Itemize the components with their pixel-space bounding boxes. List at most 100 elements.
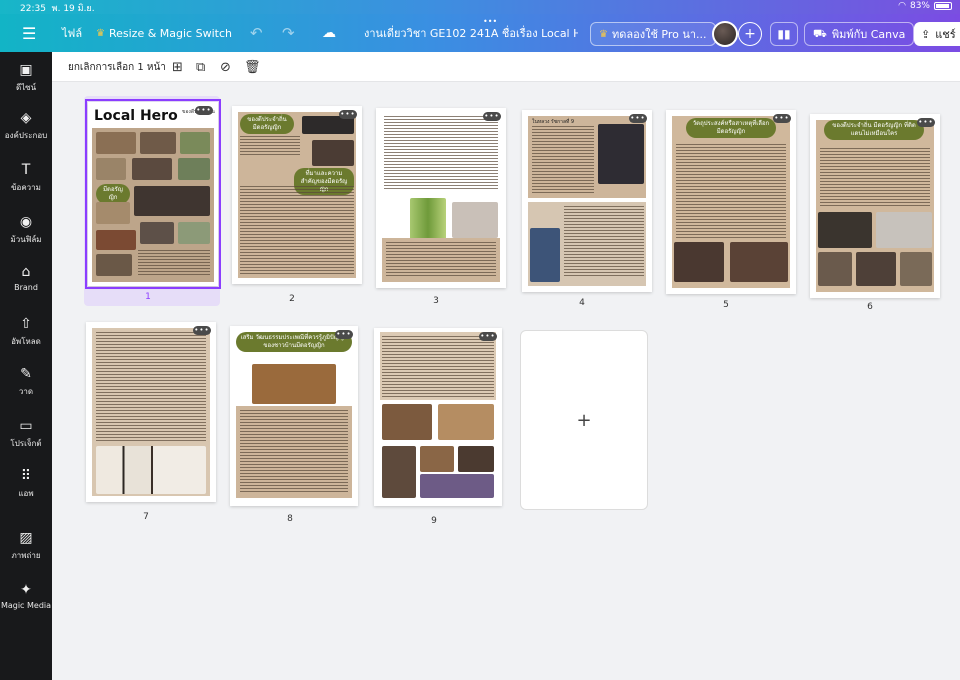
- page-number-2: 2: [289, 294, 295, 304]
- photo-placeholder: [674, 242, 724, 282]
- file-menu-button[interactable]: ไฟล์: [62, 14, 82, 52]
- hamburger-menu-icon[interactable]: ☰: [22, 14, 36, 52]
- sidebar-item-text[interactable]: T ข้อความ: [0, 162, 52, 194]
- photo-placeholder: [96, 158, 126, 180]
- page-number-4: 4: [579, 298, 585, 308]
- page-more-options-icon[interactable]: •••: [629, 114, 647, 123]
- document-title[interactable]: งานเดี่ยววิชา GE102 241A ชื่อเรื่อง Loca…: [364, 14, 578, 52]
- page-thumbnail-8[interactable]: เสริม วัฒนธรรมประเพณีที่ควรรู้ภูมิปัญญาข…: [230, 326, 358, 506]
- deselect-pages-label[interactable]: ยกเลิกการเลือก 1 หน้า: [68, 52, 166, 82]
- camera-icon: ◉: [19, 214, 33, 230]
- photo-placeholder: [140, 132, 176, 154]
- user-avatar[interactable]: [712, 21, 738, 47]
- page-heading: ในหลวง รัชกาลที่ 9: [532, 119, 575, 125]
- status-bar: 22:35 พ. 19 มิ.ย. ◠ 83%: [0, 0, 960, 14]
- redo-icon[interactable]: ↷: [282, 14, 295, 52]
- page-more-options-icon[interactable]: •••: [479, 332, 497, 341]
- text-block: [240, 136, 300, 156]
- page-heading-pill: ของดีประจำถิ่น มีดอรัญญิก ที่ติดแดนไม่เห…: [824, 120, 924, 140]
- page-more-options-icon[interactable]: •••: [335, 330, 353, 339]
- sidebar-item-apps[interactable]: ⠿ แอพ: [0, 468, 52, 500]
- page-more-options-icon[interactable]: •••: [483, 112, 501, 121]
- text-block: [240, 410, 348, 494]
- photo-placeholder: [458, 446, 494, 472]
- battery-icon: [934, 2, 952, 10]
- page-more-options-icon[interactable]: •••: [195, 106, 213, 115]
- photo-placeholder: [530, 228, 560, 282]
- crown-icon: ♛: [599, 28, 608, 40]
- text-block: [384, 116, 498, 190]
- add-collaborator-button[interactable]: +: [738, 22, 762, 46]
- magic-media-icon: ✦: [20, 582, 32, 598]
- sidebar-item-brand[interactable]: ⌂ Brand: [0, 264, 52, 292]
- page-number-6: 6: [867, 302, 873, 312]
- photo-placeholder: [96, 230, 136, 250]
- photo-placeholder: [856, 252, 896, 286]
- delete-page-icon[interactable]: 🗑: [244, 52, 261, 82]
- photo-placeholder: [132, 158, 172, 180]
- layout-icon: ▣: [19, 62, 33, 78]
- hide-page-icon[interactable]: ⊘: [220, 52, 231, 82]
- photo-placeholder: [382, 404, 432, 440]
- resize-magic-switch-button[interactable]: ♛ Resize & Magic Switch: [96, 14, 232, 52]
- page-thumbnail-1[interactable]: Local Hero ของดีประจำถิ่น มีดอรัญญิก •••: [85, 99, 221, 289]
- page-thumbnail-9[interactable]: •••: [374, 328, 502, 506]
- undo-icon[interactable]: ↶: [250, 14, 263, 52]
- sidebar-item-elements[interactable]: ◈ องค์ประกอบ: [0, 110, 52, 142]
- analytics-icon[interactable]: ▮▮: [770, 22, 798, 46]
- page-title: Local Hero: [94, 108, 178, 124]
- photo-placeholder: [96, 202, 130, 224]
- sidebar-item-camera-roll[interactable]: ◉ ม้วนฟิล์ม: [0, 214, 52, 246]
- page-number-3: 3: [433, 296, 439, 306]
- crown-icon: ♛: [96, 27, 105, 39]
- sidebar-item-upload[interactable]: ⇧ อัพโหลด: [0, 316, 52, 348]
- photo-placeholder: [420, 474, 494, 498]
- page-number-1: 1: [145, 292, 151, 302]
- page-thumbnail-2[interactable]: ของดีประจำถิ่น มีดอรัญญิก ที่มาและความสำ…: [232, 106, 362, 284]
- page-thumbnail-4[interactable]: ในหลวง รัชกาลที่ 9 •••: [522, 110, 652, 292]
- knife-collage: [96, 446, 206, 494]
- draw-icon: ✎: [20, 366, 32, 382]
- page-more-options-icon[interactable]: •••: [339, 110, 357, 119]
- text-block: [240, 186, 354, 274]
- photo-placeholder: [876, 212, 932, 248]
- page-badge: มีดอรัญญิก: [96, 184, 130, 204]
- duplicate-page-icon[interactable]: ⧉: [196, 52, 205, 82]
- page-toolbar: ยกเลิกการเลือก 1 หน้า ⊞ ⧉ ⊘ 🗑: [52, 52, 960, 82]
- text-block: [382, 336, 494, 398]
- folder-icon: ▭: [19, 418, 33, 434]
- page-more-options-icon[interactable]: •••: [917, 118, 935, 127]
- photo-placeholder: [178, 158, 210, 180]
- page-more-options-icon[interactable]: •••: [773, 114, 791, 123]
- text-block: [96, 332, 206, 442]
- page-thumbnail-6[interactable]: ของดีประจำถิ่น มีดอรัญญิก ที่ติดแดนไม่เห…: [810, 114, 940, 298]
- sidebar-item-photos[interactable]: ▨ ภาพถ่าย: [0, 530, 52, 562]
- page-number-9: 9: [431, 516, 437, 526]
- add-page-icon[interactable]: ⊞: [172, 52, 183, 82]
- text-block: [676, 144, 786, 238]
- sidebar-item-draw[interactable]: ✎ วาด: [0, 366, 52, 398]
- page-thumbnail-5[interactable]: วัตถุประสงค์หรือสาเหตุที่เลือกมีดอรัญญิก…: [666, 110, 796, 294]
- brand-icon: ⌂: [21, 264, 31, 280]
- photo-placeholder: [818, 252, 852, 286]
- add-page-button[interactable]: +: [520, 330, 648, 510]
- elements-icon: ◈: [20, 110, 32, 126]
- print-with-canva-button[interactable]: ⛟ พิมพ์กับ Canva: [804, 22, 915, 46]
- photo-placeholder: [252, 364, 336, 404]
- photo-placeholder: [730, 242, 788, 282]
- left-sidebar: ▣ ดีไซน์ ◈ องค์ประกอบ T ข้อความ ◉ ม้วนฟิล์ม …: [0, 52, 52, 680]
- page-thumbnail-7[interactable]: •••: [86, 322, 216, 502]
- sidebar-item-magic-media[interactable]: ✦ Magic Media: [0, 582, 52, 610]
- top-header: ••• ☰ ไฟล์ ♛ Resize & Magic Switch ↶ ↷ ☁…: [0, 14, 960, 52]
- try-pro-button[interactable]: ♛ ทดลองใช้ Pro นา...: [590, 22, 716, 46]
- share-button[interactable]: ⇪ แชร์: [914, 22, 960, 46]
- photo-placeholder: [312, 140, 354, 166]
- sidebar-item-design[interactable]: ▣ ดีไซน์: [0, 62, 52, 94]
- page-more-options-icon[interactable]: •••: [193, 326, 211, 335]
- photo-placeholder: [178, 222, 210, 244]
- photo-placeholder: [818, 212, 872, 248]
- photo-icon: ▨: [19, 530, 33, 546]
- page-thumbnail-3[interactable]: •••: [376, 108, 506, 288]
- cloud-save-icon[interactable]: ☁: [322, 14, 336, 52]
- sidebar-item-projects[interactable]: ▭ โปรเจ็กต์: [0, 418, 52, 450]
